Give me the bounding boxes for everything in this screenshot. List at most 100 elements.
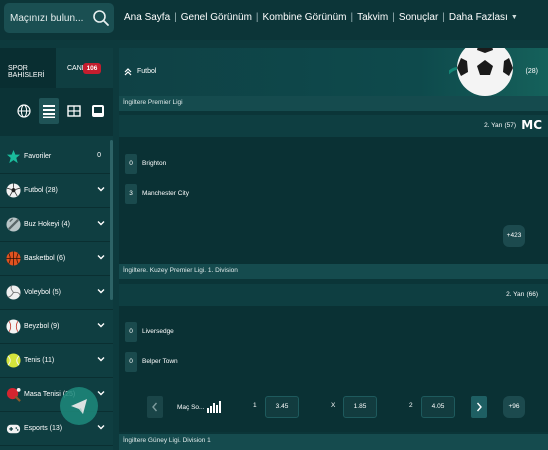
sidebar-item-label: Tenis (11) xyxy=(24,357,55,364)
live-count-badge: 106 xyxy=(83,63,101,74)
nav-home[interactable]: Ana Sayfa xyxy=(124,12,170,23)
chevron-left-icon xyxy=(152,402,158,412)
sidebar-item-baseball[interactable]: Beyzbol (9) xyxy=(0,310,113,344)
sidebar-item-label: Esports (13) xyxy=(24,425,63,432)
tennis-icon xyxy=(6,353,21,368)
basketball-icon xyxy=(6,251,21,266)
odds-label-draw: X xyxy=(331,402,336,409)
away-team-name: Belper Town xyxy=(142,358,178,365)
search-input[interactable]: Maçınızı bulun... xyxy=(10,13,83,24)
odds-next-button[interactable] xyxy=(471,396,487,418)
match-period: 2. Yarı (57) xyxy=(484,122,516,129)
sidebar-item-ice-hockey[interactable]: Buz Hokeyi (4) xyxy=(0,208,113,242)
odds-button-draw[interactable]: 1.85 xyxy=(343,396,377,418)
nav-separator: | xyxy=(174,12,177,23)
chevron-down-icon xyxy=(97,323,105,328)
odds-label-home: 1 xyxy=(253,402,257,409)
odds-button-away[interactable]: 4.05 xyxy=(421,396,455,418)
match-minute: (57) xyxy=(504,122,516,129)
nav-overview[interactable]: Genel Görünüm xyxy=(181,12,252,23)
nav-combined-view[interactable]: Kombine Görünüm xyxy=(263,12,347,23)
league-name: İngiltere Premier Ligi xyxy=(123,99,183,106)
match-period-label: 2. Yarı xyxy=(484,122,503,129)
chevron-down-icon: ▼ xyxy=(510,14,518,21)
odds-row: Maç So... 1 3.45 X 1.85 2 4.05 +96 xyxy=(119,392,548,422)
sport-header[interactable]: Futbol (28) xyxy=(119,48,548,96)
match-minute: (66) xyxy=(526,291,538,298)
baseball-icon xyxy=(6,319,21,334)
paper-plane-icon xyxy=(71,399,87,414)
sidebar-item-label: Beyzbol (9) xyxy=(24,323,60,330)
tab-sports-label: SPOR BAHİSLERİ xyxy=(8,65,45,79)
telegram-button[interactable] xyxy=(60,387,98,425)
sidebar-item-label: Favoriler xyxy=(24,153,52,160)
nav-separator: | xyxy=(255,12,259,23)
chevron-down-icon xyxy=(97,289,105,294)
odds-label-away: 2 xyxy=(409,402,413,409)
soccer-ball-banner-icon xyxy=(449,48,513,96)
nav-separator: | xyxy=(350,12,354,23)
league-name: İngiltere Güney Ligi. Division 1 xyxy=(123,437,211,444)
match-status-bar: 2. Yarı (66) xyxy=(119,284,548,306)
home-team-name: Liversedge xyxy=(142,328,174,335)
odds-prev-button[interactable] xyxy=(147,396,163,418)
league-header[interactable]: İngiltere. Kuzey Premier Ligi. 1. Divisi… xyxy=(119,264,548,279)
ice-hockey-icon xyxy=(6,217,21,232)
odds-button-home[interactable]: 3.45 xyxy=(265,396,299,418)
sidebar-item-basketball[interactable]: Basketbol (6) xyxy=(0,242,113,276)
sport-title: Futbol xyxy=(137,68,157,75)
chevron-down-icon xyxy=(97,255,105,260)
search-box[interactable]: Maçınızı bulun... xyxy=(4,3,114,33)
more-markets-button[interactable]: +96 xyxy=(503,396,525,418)
star-icon xyxy=(6,149,21,164)
league-header[interactable]: İngiltere Güney Ligi. Division 1 xyxy=(119,434,548,450)
away-score: 0 xyxy=(125,352,137,372)
match-status-bar: 2. Yarı (57) MC xyxy=(119,115,548,137)
match-period: 2. Yarı (66) xyxy=(506,291,538,298)
sidebar-item-label: Futbol (28) xyxy=(24,187,58,194)
more-markets-button[interactable]: +423 xyxy=(503,225,525,247)
view-grid-button[interactable] xyxy=(64,98,84,124)
search-icon[interactable] xyxy=(92,9,110,27)
tab-sports-betting[interactable]: SPOR BAHİSLERİ xyxy=(0,48,56,88)
sidebar-tabs: SPOR BAHİSLERİ CANLI 106 xyxy=(0,48,113,88)
sidebar-item-label: Buz Hokeyi (4) xyxy=(24,221,70,228)
nav-separator: | xyxy=(442,12,445,23)
chevron-down-icon xyxy=(97,425,105,430)
sidebar-item-label: Voleybol (5) xyxy=(24,289,61,296)
sidebar-item-label: Basketbol (6) xyxy=(24,255,66,262)
sidebar-item-football[interactable]: Futbol (28) xyxy=(0,174,113,208)
nav-separator: | xyxy=(392,12,395,23)
chevron-down-icon xyxy=(97,391,105,396)
sidebar-item-volleyball[interactable]: Voleybol (5) xyxy=(0,276,113,310)
market-name[interactable]: Maç So... xyxy=(177,404,204,411)
tab-live[interactable]: CANLI 106 xyxy=(56,48,113,88)
league-name: İngiltere. Kuzey Premier Ligi. 1. Divisi… xyxy=(123,267,238,274)
table-tennis-icon xyxy=(6,387,21,402)
screen-icon xyxy=(92,105,104,117)
chevron-down-icon xyxy=(97,357,105,362)
home-team-name: Brighton xyxy=(142,160,167,167)
volleyball-icon xyxy=(6,285,21,300)
view-list-button[interactable] xyxy=(39,98,59,124)
sidebar-item-favorites[interactable]: Favoriler 0 xyxy=(0,140,113,174)
view-globe-button[interactable] xyxy=(14,98,34,124)
sidebar: SPOR BAHİSLERİ CANLI 106 Favoriler 0 Fut… xyxy=(0,48,113,450)
nav-calendar[interactable]: Takvim xyxy=(357,12,388,23)
nav-more[interactable]: Daha Fazlası xyxy=(449,12,508,23)
home-score: 0 xyxy=(125,322,137,342)
sport-count: (28) xyxy=(525,68,538,75)
team-logo: MC xyxy=(521,118,542,132)
match-card[interactable]: 0 Brighton 3 Manchester City +423 xyxy=(119,137,548,267)
double-chevron-up-icon[interactable] xyxy=(123,68,133,76)
list-icon xyxy=(43,105,55,118)
away-score: 3 xyxy=(125,184,137,204)
sidebar-scrollbar[interactable] xyxy=(110,140,113,300)
sidebar-item-tennis[interactable]: Tenis (11) xyxy=(0,344,113,378)
match-period-label: 2. Yarı xyxy=(506,291,525,298)
stats-icon[interactable] xyxy=(207,401,221,413)
chevron-right-icon xyxy=(476,402,482,412)
view-screen-button[interactable] xyxy=(88,98,108,124)
nav-results[interactable]: Sonuçlar xyxy=(399,12,438,23)
league-header[interactable]: İngiltere Premier Ligi xyxy=(119,96,548,111)
